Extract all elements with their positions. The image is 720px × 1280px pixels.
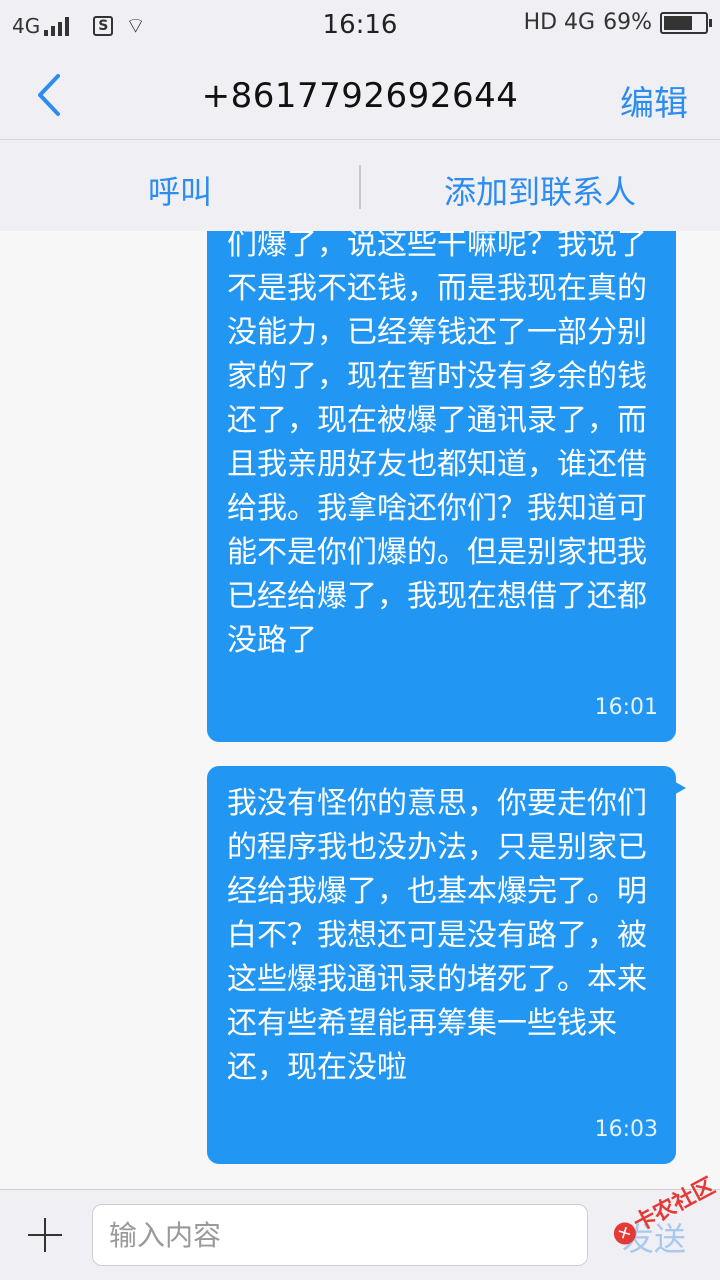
add-to-contacts-button[interactable]: 添加到联系人 [360,167,720,213]
attach-plus-icon[interactable] [28,1218,62,1252]
message-time: 16:03 [594,1117,658,1142]
contact-action-bar: 呼叫 添加到联系人 [0,141,720,231]
battery-percent: 69% [603,10,652,35]
hd-network-label: HD 4G [523,10,596,35]
message-text: 我没有怪你的意思，你要走你们的程序我也没办法，只是别家已经给我爆了，也基本爆完了… [227,786,647,1085]
message-input[interactable] [92,1204,588,1266]
battery-fill [664,15,692,30]
message-time: 16:01 [594,695,658,720]
status-bar: 4G S ⌔ 16:16 HD 4G 69% [0,0,720,50]
contact-phone-number: +8617792692644 [201,76,519,116]
navigation-bar: +8617792692644 编辑 [0,50,720,140]
sent-message-bubble[interactable]: 我没有怪你的意思，你要走你们的程序我也没办法，只是别家已经给我爆了，也基本爆完了… [207,766,686,1164]
battery-icon [660,11,712,34]
bubble-tail [672,780,686,796]
status-right: HD 4G 69% [523,10,712,35]
call-button[interactable]: 呼叫 [0,167,360,213]
sent-message-bubble[interactable]: 们爆了，说这些干嘛呢？我说了不是我不还钱，而是我现在真的没能力，已经筹钱还了一部… [207,231,676,742]
message-text: 们爆了，说这些干嘛呢？我说了不是我不还钱，而是我现在真的没能力，已经筹钱还了一部… [227,231,647,658]
edit-button[interactable]: 编辑 [620,76,688,125]
message-list[interactable]: 们爆了，说这些干嘛呢？我说了不是我不还钱，而是我现在真的没能力，已经筹钱还了一部… [0,231,720,1189]
